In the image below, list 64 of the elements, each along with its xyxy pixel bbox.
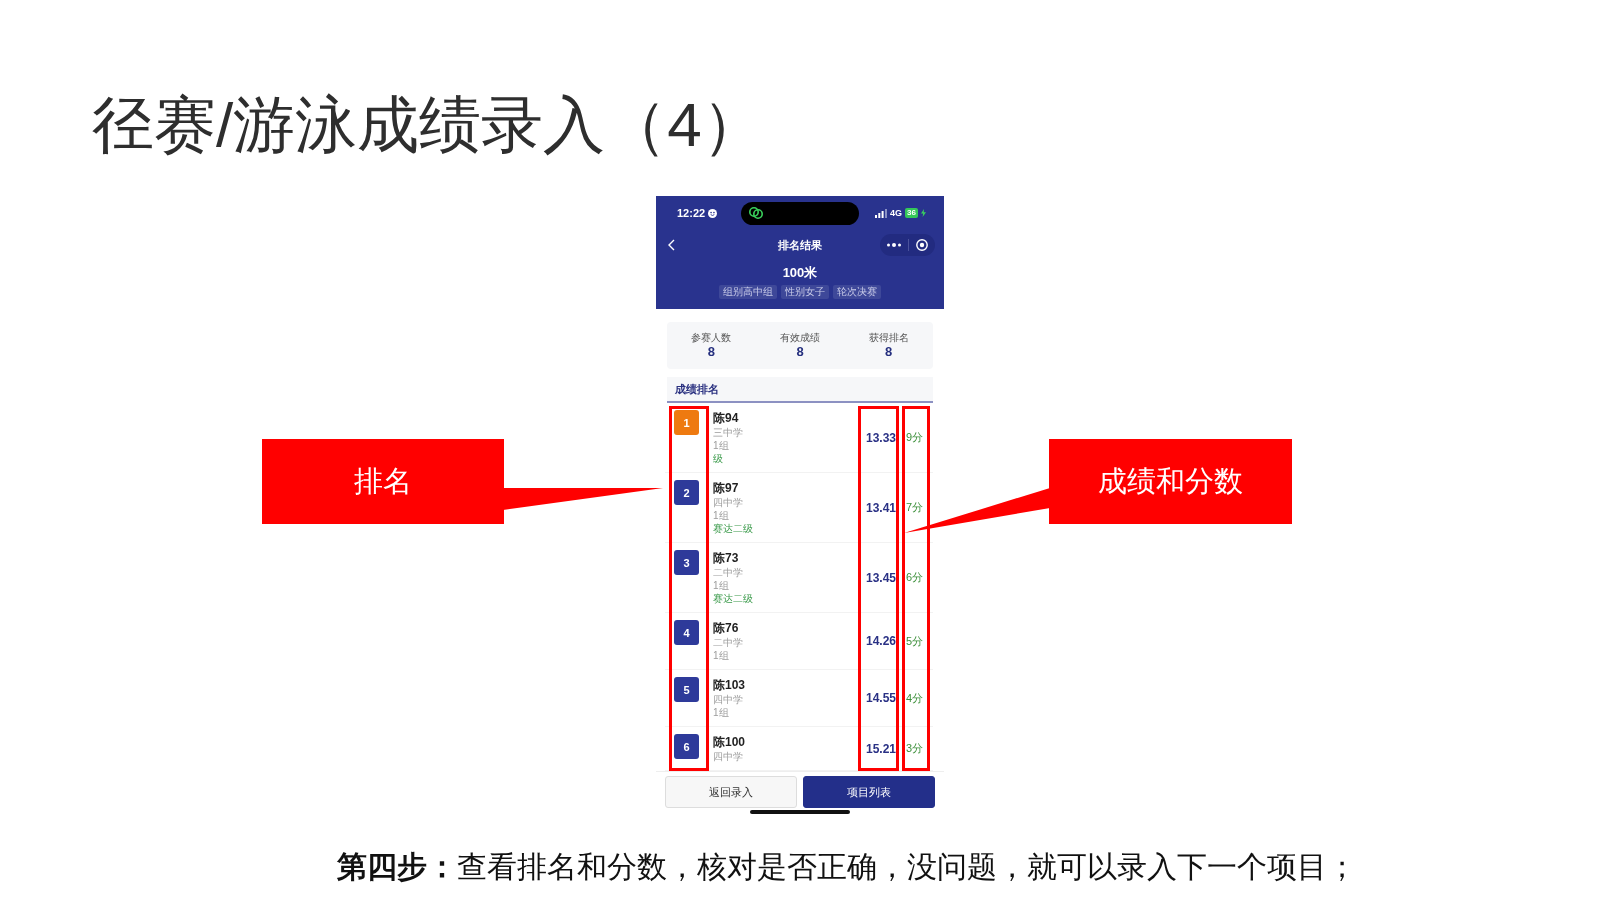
detail-text: 1组 (713, 439, 729, 452)
detail-text: 1组 (713, 649, 729, 662)
result-time: 13.45 (865, 570, 896, 585)
bolt-icon (921, 209, 926, 217)
stat-label: 参赛人数 (691, 331, 732, 344)
event-name: 100米 (782, 264, 818, 282)
rank-badge: 1 (674, 410, 699, 435)
athlete-name: 陈100 (713, 734, 746, 750)
detail-text: 四中学 (713, 496, 743, 509)
callout-label: 成绩和分数 (1049, 439, 1292, 524)
back-icon[interactable] (668, 239, 675, 251)
target-icon[interactable] (916, 239, 928, 251)
rank-badge: 3 (674, 550, 699, 575)
battery-level: 36 (905, 208, 918, 218)
result-time: 13.41 (865, 500, 896, 515)
stat-value: 8 (885, 344, 893, 360)
signal-icon (875, 208, 888, 218)
result-time: 15.21 (865, 741, 896, 756)
athlete-name: 陈94 (713, 410, 739, 426)
result-time: 14.26 (865, 634, 896, 648)
rank-badge: 5 (674, 677, 699, 702)
page-title: 排名结果 (778, 237, 822, 253)
stat-label: 有效成绩 (780, 331, 820, 344)
rank-badge: 6 (674, 734, 699, 759)
level-text: 级 (713, 452, 723, 465)
status-time: 12:22 (677, 207, 706, 219)
more-icon[interactable] (887, 243, 901, 247)
athlete-name: 陈76 (713, 620, 739, 636)
points-text: 7分 (906, 500, 925, 515)
rank-badge: 4 (674, 620, 699, 645)
detail-text: 1组 (713, 509, 729, 522)
stat-value: 8 (796, 344, 804, 360)
level-text: 赛达二级 (713, 522, 753, 535)
footer-button[interactable]: 项目列表 (803, 776, 935, 808)
footer-button[interactable]: 返回录入 (665, 776, 797, 808)
detail-text: 1组 (713, 579, 729, 592)
filter-tag: 轮次决赛 (833, 285, 881, 299)
result-time: 13.33 (865, 430, 896, 445)
stat-label: 获得排名 (868, 331, 909, 344)
filter-tag: 性别女子 (781, 285, 829, 299)
rank-badge: 2 (674, 480, 699, 505)
result-time: 14.55 (865, 691, 896, 705)
detail-text: 三中学 (713, 426, 743, 439)
points-text: 6分 (906, 570, 925, 585)
points-text: 3分 (906, 741, 925, 756)
detail-text: 四中学 (713, 693, 743, 706)
athlete-name: 陈103 (713, 677, 746, 693)
linked-rings-icon (749, 206, 763, 220)
points-text: 9分 (906, 430, 925, 445)
smiley-icon (708, 208, 718, 218)
filter-tag: 组别高中组 (719, 285, 777, 299)
points-text: 5分 (906, 633, 925, 649)
athlete-name: 陈97 (713, 480, 739, 496)
stat-value: 8 (707, 344, 715, 360)
network-label: 4G (890, 208, 903, 218)
callout-label: 排名 (262, 439, 504, 524)
level-text: 赛达二级 (713, 592, 753, 605)
step-caption: 第四步：查看排名和分数，核对是否正确，没问题，就可以录入下一个项目； (337, 849, 1357, 885)
points-text: 4分 (906, 690, 925, 706)
section-title: 成绩排名 (667, 377, 933, 403)
slide-title: 径赛/游泳成绩录入（4） (92, 89, 764, 161)
detail-text: 1组 (713, 706, 729, 719)
athlete-name: 陈73 (713, 550, 739, 566)
detail-text: 四中学 (713, 750, 743, 763)
